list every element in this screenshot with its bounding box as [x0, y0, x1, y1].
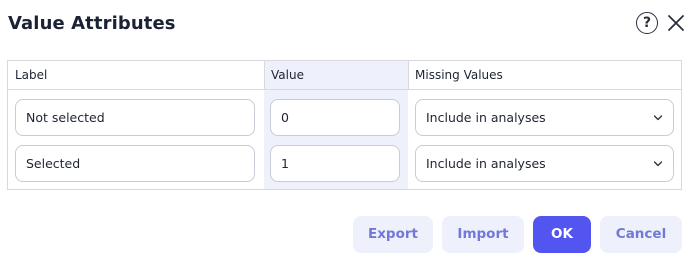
value-attributes-table: Label Value Missing Values Not selected … — [7, 60, 682, 190]
cancel-button[interactable]: Cancel — [600, 216, 682, 253]
header-value: Value — [271, 68, 304, 82]
chevron-down-icon — [653, 115, 663, 121]
label-input[interactable]: Not selected — [15, 99, 255, 136]
header-missing-values: Missing Values — [415, 68, 503, 82]
help-icon[interactable]: ? — [636, 12, 658, 34]
dialog-title: Value Attributes — [8, 13, 176, 34]
table-header: Label Value Missing Values — [8, 61, 681, 90]
value-input[interactable]: 1 — [270, 145, 400, 182]
label-input[interactable]: Selected — [15, 145, 255, 182]
import-button[interactable]: Import — [442, 216, 524, 253]
chevron-down-icon — [653, 161, 663, 167]
export-button[interactable]: Export — [353, 216, 433, 253]
missing-values-select-label: Include in analyses — [426, 156, 546, 171]
missing-values-select-label: Include in analyses — [426, 110, 546, 125]
value-input[interactable]: 0 — [270, 99, 400, 136]
value-attributes-dialog: Value Attributes ? Label Value Missing V… — [0, 0, 694, 261]
missing-values-select[interactable]: Include in analyses — [415, 99, 674, 136]
column-divider — [408, 61, 409, 90]
column-divider — [264, 61, 265, 90]
close-icon[interactable] — [666, 13, 686, 33]
ok-button[interactable]: OK — [533, 216, 591, 253]
header-label: Label — [15, 68, 48, 82]
missing-values-select[interactable]: Include in analyses — [415, 145, 674, 182]
